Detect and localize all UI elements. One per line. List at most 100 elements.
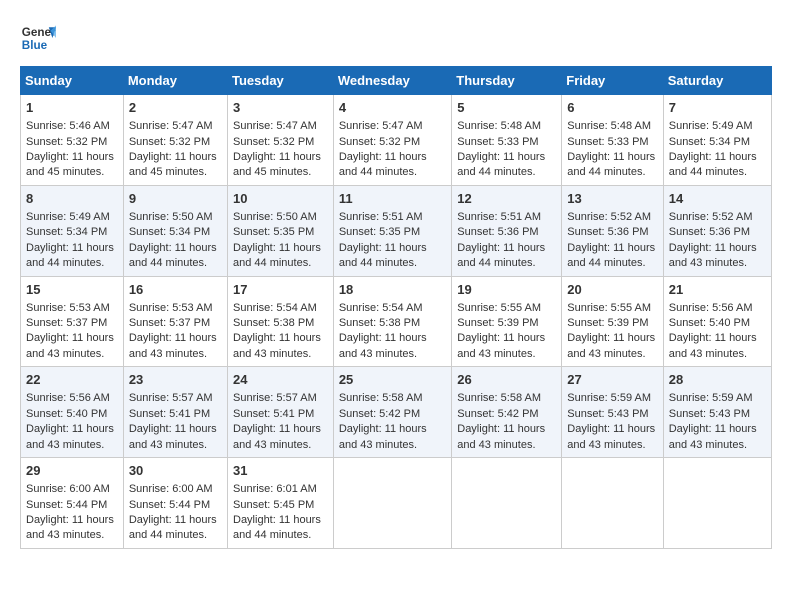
sunset: Sunset: 5:34 PM bbox=[26, 226, 107, 238]
sunrise: Sunrise: 5:47 AM bbox=[233, 120, 317, 132]
day-number: 20 bbox=[567, 281, 657, 299]
day-number: 24 bbox=[233, 371, 328, 389]
sunrise: Sunrise: 5:47 AM bbox=[129, 120, 213, 132]
sunrise: Sunrise: 6:00 AM bbox=[26, 483, 110, 495]
day-number: 18 bbox=[339, 281, 446, 299]
daylight: Daylight: 11 hours and 43 minutes. bbox=[26, 514, 114, 541]
daylight: Daylight: 11 hours and 45 minutes. bbox=[129, 151, 217, 178]
sunrise: Sunrise: 5:53 AM bbox=[26, 302, 110, 314]
sunset: Sunset: 5:45 PM bbox=[233, 499, 314, 511]
sunset: Sunset: 5:44 PM bbox=[129, 499, 210, 511]
sunset: Sunset: 5:41 PM bbox=[129, 408, 210, 420]
calendar-cell: 18Sunrise: 5:54 AMSunset: 5:38 PMDayligh… bbox=[333, 276, 451, 367]
day-number: 17 bbox=[233, 281, 328, 299]
weekday-header-wednesday: Wednesday bbox=[333, 67, 451, 95]
calendar-cell: 31Sunrise: 6:01 AMSunset: 5:45 PMDayligh… bbox=[228, 458, 334, 549]
sunset: Sunset: 5:41 PM bbox=[233, 408, 314, 420]
sunset: Sunset: 5:34 PM bbox=[669, 136, 750, 148]
sunrise: Sunrise: 5:48 AM bbox=[457, 120, 541, 132]
day-number: 30 bbox=[129, 462, 222, 480]
sunset: Sunset: 5:39 PM bbox=[457, 317, 538, 329]
week-row-4: 22Sunrise: 5:56 AMSunset: 5:40 PMDayligh… bbox=[21, 367, 772, 458]
day-number: 22 bbox=[26, 371, 118, 389]
calendar-cell bbox=[333, 458, 451, 549]
daylight: Daylight: 11 hours and 43 minutes. bbox=[339, 332, 427, 359]
sunset: Sunset: 5:40 PM bbox=[669, 317, 750, 329]
calendar-cell: 1 Sunrise: 5:46 AM Sunset: 5:32 PM Daylight… bbox=[21, 95, 124, 186]
sunset: Sunset: 5:35 PM bbox=[339, 226, 420, 238]
sunset: Sunset: 5:44 PM bbox=[26, 499, 107, 511]
sunset: Sunset: 5:43 PM bbox=[567, 408, 648, 420]
calendar-cell: 24Sunrise: 5:57 AMSunset: 5:41 PMDayligh… bbox=[228, 367, 334, 458]
sunrise: Sunrise: 5:52 AM bbox=[669, 211, 753, 223]
sunrise: Sunrise: 5:58 AM bbox=[339, 392, 423, 404]
day-number: 13 bbox=[567, 190, 657, 208]
calendar-cell: 23Sunrise: 5:57 AMSunset: 5:41 PMDayligh… bbox=[123, 367, 227, 458]
calendar-header: SundayMondayTuesdayWednesdayThursdayFrid… bbox=[21, 67, 772, 95]
day-number: 2 bbox=[129, 99, 222, 117]
day-number: 19 bbox=[457, 281, 556, 299]
sunset: Sunset: 5:32 PM bbox=[26, 136, 107, 148]
daylight: Daylight: 11 hours and 43 minutes. bbox=[669, 242, 757, 269]
calendar-cell bbox=[452, 458, 562, 549]
calendar-cell: 22Sunrise: 5:56 AMSunset: 5:40 PMDayligh… bbox=[21, 367, 124, 458]
calendar-cell: 7Sunrise: 5:49 AMSunset: 5:34 PMDaylight… bbox=[663, 95, 771, 186]
weekday-header-tuesday: Tuesday bbox=[228, 67, 334, 95]
svg-text:Blue: Blue bbox=[22, 39, 48, 52]
day-number: 21 bbox=[669, 281, 766, 299]
day-number: 23 bbox=[129, 371, 222, 389]
sunrise: Sunrise: 5:57 AM bbox=[129, 392, 213, 404]
calendar-cell: 26Sunrise: 5:58 AMSunset: 5:42 PMDayligh… bbox=[452, 367, 562, 458]
sunrise: Sunrise: 6:01 AM bbox=[233, 483, 317, 495]
calendar-cell bbox=[663, 458, 771, 549]
daylight: Daylight: 11 hours and 43 minutes. bbox=[26, 423, 114, 450]
daylight: Daylight: 11 hours and 45 minutes. bbox=[233, 151, 321, 178]
daylight: Daylight: 11 hours and 43 minutes. bbox=[339, 423, 427, 450]
daylight: Daylight: 11 hours and 44 minutes. bbox=[339, 242, 427, 269]
daylight: Daylight: 11 hours and 45 minutes. bbox=[26, 151, 114, 178]
sunset: Sunset: 5:36 PM bbox=[457, 226, 538, 238]
sunset: Sunset: 5:39 PM bbox=[567, 317, 648, 329]
weekday-header-saturday: Saturday bbox=[663, 67, 771, 95]
daylight: Daylight: 11 hours and 44 minutes. bbox=[567, 242, 655, 269]
sunrise: Sunrise: 5:52 AM bbox=[567, 211, 651, 223]
sunset: Sunset: 5:38 PM bbox=[233, 317, 314, 329]
sunrise: Sunrise: 5:55 AM bbox=[567, 302, 651, 314]
daylight: Daylight: 11 hours and 44 minutes. bbox=[339, 151, 427, 178]
logo: General Blue bbox=[20, 20, 56, 56]
sunset: Sunset: 5:37 PM bbox=[129, 317, 210, 329]
daylight: Daylight: 11 hours and 43 minutes. bbox=[567, 423, 655, 450]
sunset: Sunset: 5:37 PM bbox=[26, 317, 107, 329]
calendar-cell: 20 Sunrise: 5:55 AM Sunset: 5:39 PM Dayligh… bbox=[562, 276, 663, 367]
sunrise: Sunrise: 5:54 AM bbox=[339, 302, 423, 314]
calendar-cell: 14Sunrise: 5:52 AMSunset: 5:36 PMDayligh… bbox=[663, 185, 771, 276]
daylight: Daylight: 11 hours and 43 minutes. bbox=[567, 332, 655, 359]
sunrise: Sunrise: 5:46 AM bbox=[26, 120, 110, 132]
calendar-cell: 2Sunrise: 5:47 AMSunset: 5:32 PMDaylight… bbox=[123, 95, 227, 186]
sunset: Sunset: 5:32 PM bbox=[233, 136, 314, 148]
sunrise: Sunrise: 5:49 AM bbox=[669, 120, 753, 132]
day-number: 12 bbox=[457, 190, 556, 208]
day-number: 8 bbox=[26, 190, 118, 208]
sunset: Sunset: 5:35 PM bbox=[233, 226, 314, 238]
calendar-cell: 11Sunrise: 5:51 AMSunset: 5:35 PMDayligh… bbox=[333, 185, 451, 276]
weekday-header-monday: Monday bbox=[123, 67, 227, 95]
sunrise: Sunrise: 5:59 AM bbox=[567, 392, 651, 404]
sunrise: Sunrise: 5:48 AM bbox=[567, 120, 651, 132]
weekday-header-sunday: Sunday bbox=[21, 67, 124, 95]
logo-icon: General Blue bbox=[20, 20, 56, 56]
day-number: 1 bbox=[26, 99, 118, 117]
calendar-cell: 30Sunrise: 6:00 AMSunset: 5:44 PMDayligh… bbox=[123, 458, 227, 549]
daylight: Daylight: 11 hours and 44 minutes. bbox=[567, 151, 655, 178]
daylight: Daylight: 11 hours and 44 minutes. bbox=[233, 514, 321, 541]
week-row-1: 1 Sunrise: 5:46 AM Sunset: 5:32 PM Daylight… bbox=[21, 95, 772, 186]
calendar-cell: 8Sunrise: 5:49 AMSunset: 5:34 PMDaylight… bbox=[21, 185, 124, 276]
daylight: Daylight: 11 hours and 43 minutes. bbox=[669, 332, 757, 359]
week-row-5: 29Sunrise: 6:00 AMSunset: 5:44 PMDayligh… bbox=[21, 458, 772, 549]
sunset: Sunset: 5:33 PM bbox=[457, 136, 538, 148]
sunrise: Sunrise: 5:47 AM bbox=[339, 120, 423, 132]
calendar-cell: 16Sunrise: 5:53 AMSunset: 5:37 PMDayligh… bbox=[123, 276, 227, 367]
calendar-cell: 15Sunrise: 5:53 AMSunset: 5:37 PMDayligh… bbox=[21, 276, 124, 367]
calendar-body: 1 Sunrise: 5:46 AM Sunset: 5:32 PM Daylight… bbox=[21, 95, 772, 549]
daylight: Daylight: 11 hours and 44 minutes. bbox=[669, 151, 757, 178]
